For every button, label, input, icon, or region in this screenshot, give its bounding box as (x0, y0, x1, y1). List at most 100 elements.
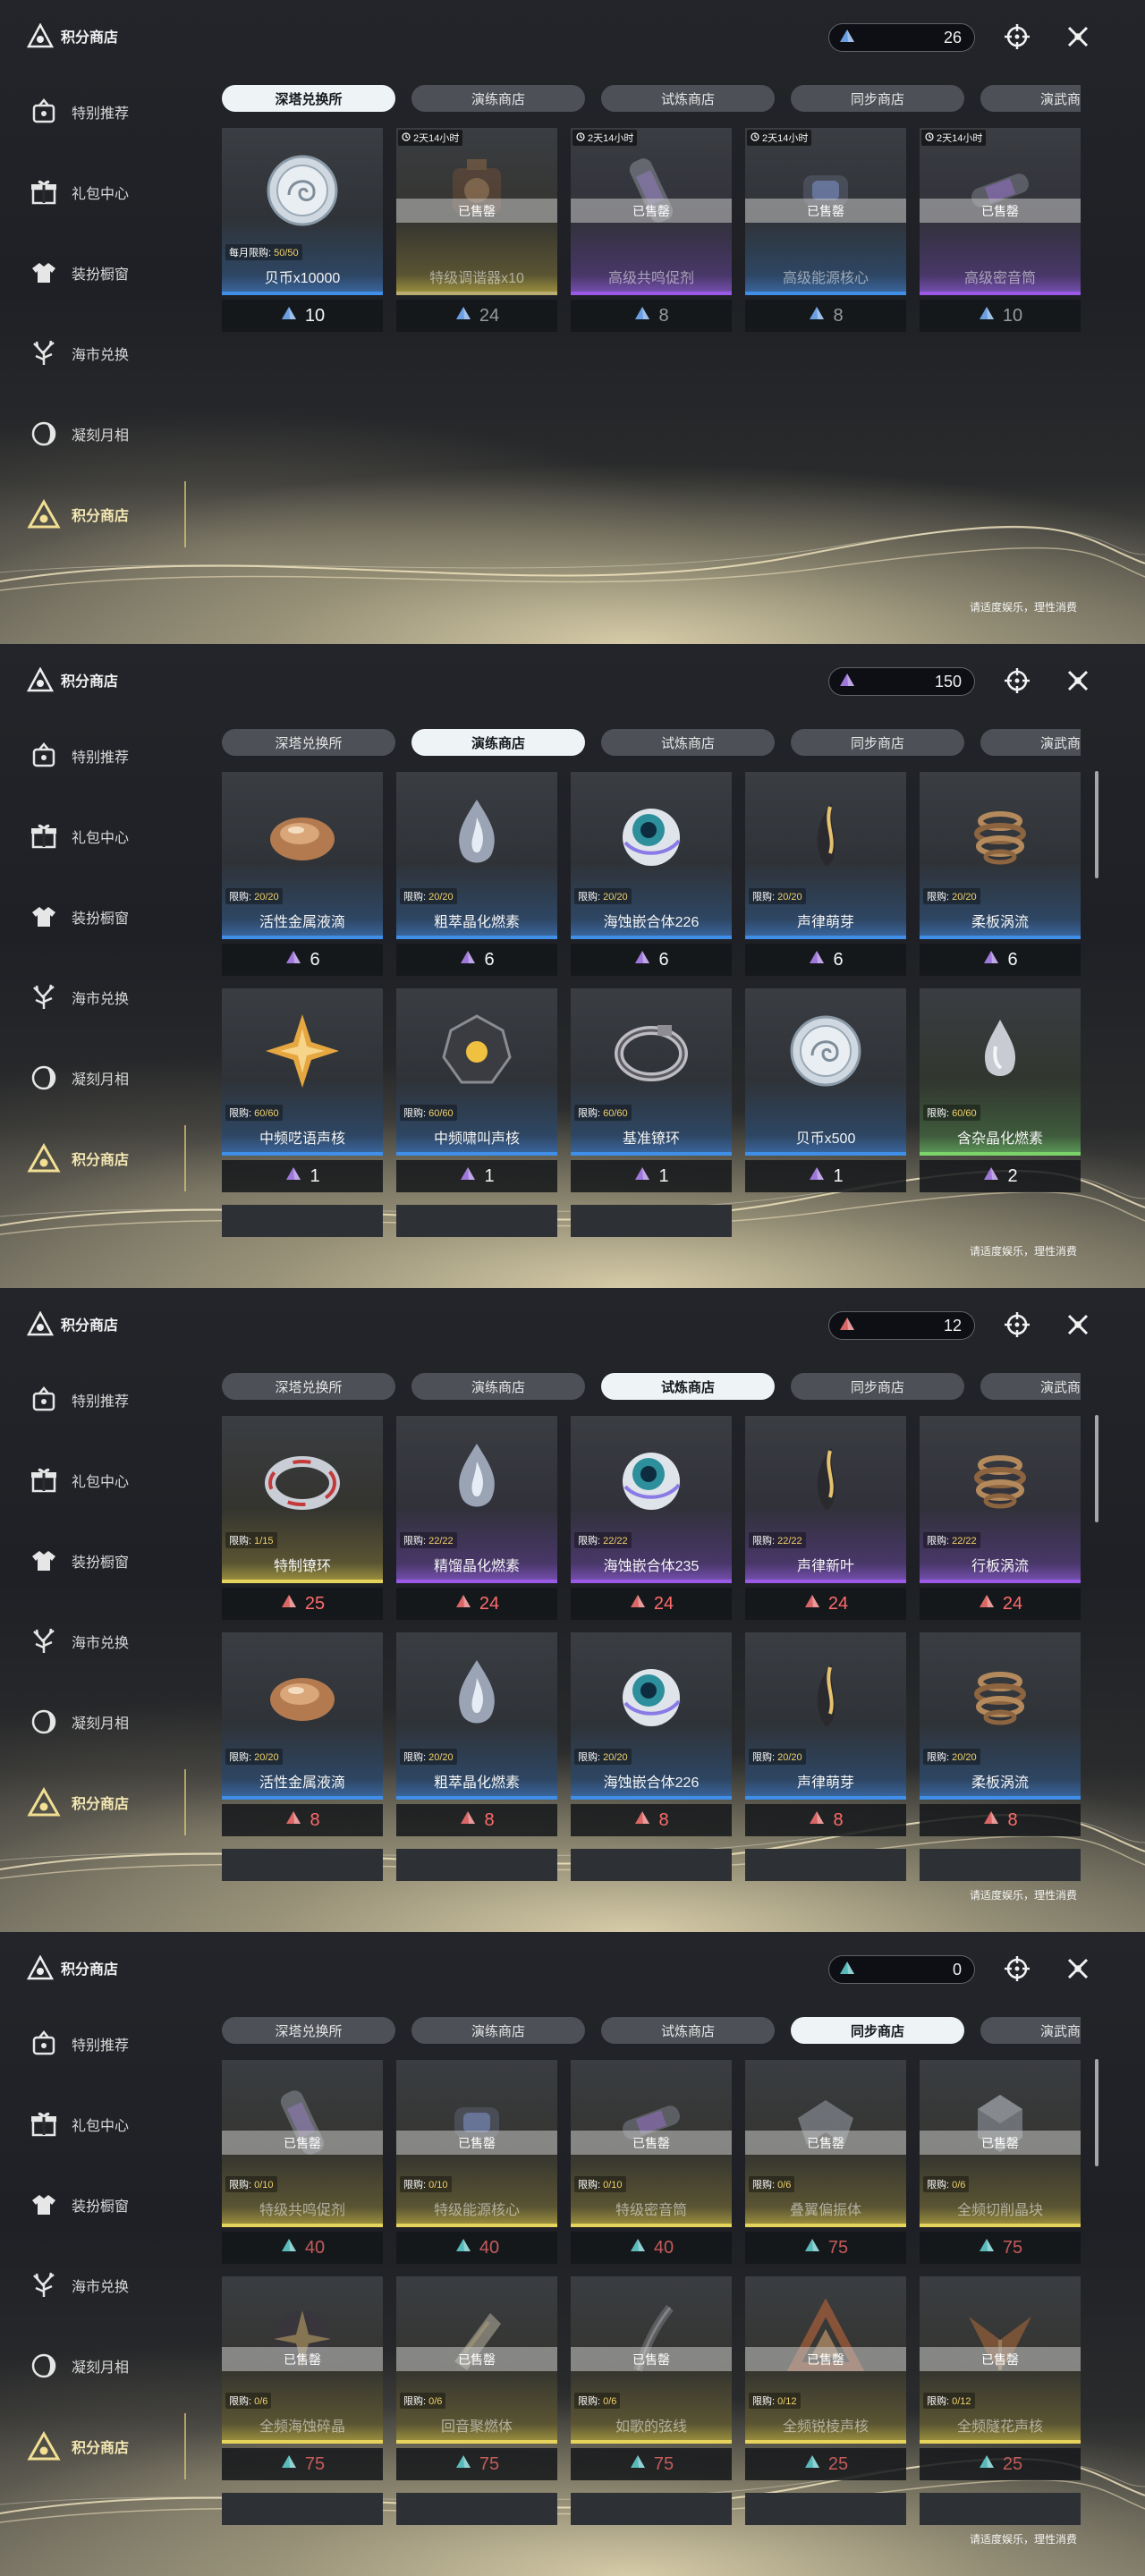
currency-display[interactable]: 0 (828, 1955, 975, 1984)
item-card-partial[interactable] (571, 1849, 732, 1899)
item-card[interactable]: 限购: 60/60 含杂晶化燃素 2 (920, 988, 1081, 1194)
sidebar-item-zhuangban[interactable]: 装扮橱窗 (25, 1521, 186, 1601)
sidebar-item-haishi[interactable]: 海市兑换 (25, 957, 186, 1038)
item-card[interactable]: 限购: 22/22 海蚀嵌合体235 24 (571, 1416, 732, 1622)
item-card[interactable]: 限购: 0/12 全频锐棱声核 已售罄 25 (745, 2276, 906, 2482)
price-button[interactable]: 40 (222, 2232, 383, 2264)
price-button[interactable]: 75 (571, 2448, 732, 2480)
close-button[interactable] (1063, 1309, 1093, 1340)
price-button[interactable]: 75 (222, 2448, 383, 2480)
scrollbar[interactable] (1095, 771, 1098, 1254)
item-card[interactable]: 限购: 0/6 如歌的弦线 已售罄 75 (571, 2276, 732, 2482)
tab-0[interactable]: 深塔兑换所 (222, 2017, 395, 2044)
scrollbar[interactable] (1095, 2059, 1098, 2542)
sidebar-item-jifen[interactable]: 积分商店 (25, 474, 186, 555)
sidebar-item-ningke[interactable]: 凝刻月相 (25, 2326, 186, 2406)
item-card[interactable]: 限购: 20/20 活性金属液滴 8 (222, 1632, 383, 1838)
price-button[interactable]: 10 (920, 300, 1081, 332)
tab-2[interactable]: 试炼商店 (601, 2017, 775, 2044)
tab-4[interactable]: 演武商店 (980, 85, 1081, 112)
price-button[interactable]: 10 (222, 300, 383, 332)
price-button[interactable]: 24 (396, 1588, 557, 1620)
target-button[interactable] (1002, 1953, 1032, 1984)
item-card[interactable]: 限购: 1/15 特制镣环 25 (222, 1416, 383, 1622)
item-card-partial[interactable] (222, 1849, 383, 1899)
item-card-partial[interactable] (222, 2493, 383, 2543)
sidebar-item-libao[interactable]: 礼包中心 (25, 796, 186, 877)
item-card-partial[interactable] (571, 1205, 732, 1255)
scrollbar-thumb[interactable] (1095, 771, 1098, 878)
price-button[interactable]: 24 (745, 1588, 906, 1620)
price-button[interactable]: 6 (222, 944, 383, 976)
tab-3[interactable]: 同步商店 (791, 729, 964, 756)
item-card-partial[interactable] (745, 2493, 906, 2543)
scrollbar-thumb[interactable] (1095, 2059, 1098, 2166)
item-card[interactable]: 限购: 0/10 特级能源核心 已售罄 40 (396, 2060, 557, 2266)
item-card[interactable]: 限购: 60/60 基准镣环 1 (571, 988, 732, 1194)
item-card[interactable]: 限购: 0/6 叠翼偏振体 已售罄 75 (745, 2060, 906, 2266)
item-card[interactable]: 限购: 60/60 中频啸叫声核 1 (396, 988, 557, 1194)
sidebar-item-ningke[interactable]: 凝刻月相 (25, 1682, 186, 1762)
price-button[interactable]: 75 (920, 2232, 1081, 2264)
price-button[interactable]: 8 (745, 300, 906, 332)
item-card[interactable]: 限购: 0/10 特级共鸣促剂 已售罄 40 (222, 2060, 383, 2266)
tab-4[interactable]: 演武商店 (980, 1373, 1081, 1400)
sidebar-item-libao[interactable]: 礼包中心 (25, 152, 186, 233)
price-button[interactable]: 75 (745, 2232, 906, 2264)
price-button[interactable]: 24 (571, 1588, 732, 1620)
sidebar-item-zhuangban[interactable]: 装扮橱窗 (25, 2165, 186, 2245)
price-button[interactable]: 1 (396, 1160, 557, 1192)
price-button[interactable]: 1 (745, 1160, 906, 1192)
price-button[interactable]: 8 (571, 1804, 732, 1836)
price-button[interactable]: 1 (571, 1160, 732, 1192)
tab-4[interactable]: 演武商店 (980, 729, 1081, 756)
sidebar-item-haishi[interactable]: 海市兑换 (25, 1601, 186, 1682)
item-card[interactable]: 2天14小时 高级密音筒 已售罄 10 (920, 128, 1081, 334)
price-button[interactable]: 8 (571, 300, 732, 332)
item-card[interactable]: 限购: 22/22 声律新叶 24 (745, 1416, 906, 1622)
item-card[interactable]: 限购: 0/6 回音聚燃体 已售罄 75 (396, 2276, 557, 2482)
item-card-partial[interactable] (396, 1849, 557, 1899)
item-card[interactable]: 限购: 20/20 声律萌芽 6 (745, 772, 906, 978)
price-button[interactable]: 8 (920, 1804, 1081, 1836)
price-button[interactable]: 25 (222, 1588, 383, 1620)
sidebar-item-tuijian[interactable]: 特别推荐 (25, 1360, 186, 1440)
item-card[interactable]: 2天14小时 特级调谐器x10 已售罄 24 (396, 128, 557, 334)
tab-3[interactable]: 同步商店 (791, 85, 964, 112)
price-button[interactable]: 25 (920, 2448, 1081, 2480)
tab-0[interactable]: 深塔兑换所 (222, 729, 395, 756)
tab-1[interactable]: 演练商店 (411, 1373, 585, 1400)
tab-4[interactable]: 演武商店 (980, 2017, 1081, 2044)
tab-1[interactable]: 演练商店 (411, 729, 585, 756)
sidebar-item-tuijian[interactable]: 特别推荐 (25, 72, 186, 152)
price-button[interactable]: 2 (920, 1160, 1081, 1192)
price-button[interactable]: 8 (222, 1804, 383, 1836)
scrollbar[interactable] (1095, 1415, 1098, 1898)
sidebar-item-haishi[interactable]: 海市兑换 (25, 2245, 186, 2326)
target-button[interactable] (1002, 1309, 1032, 1340)
scrollbar-thumb[interactable] (1095, 1415, 1098, 1522)
item-card[interactable]: 2天14小时 高级共鸣促剂 已售罄 8 (571, 128, 732, 334)
item-card[interactable]: 限购: 0/6 全频海蚀碎晶 已售罄 75 (222, 2276, 383, 2482)
sidebar-item-jifen[interactable]: 积分商店 (25, 1762, 186, 1843)
item-card[interactable]: 限购: 0/12 全频隧花声核 已售罄 25 (920, 2276, 1081, 2482)
item-card[interactable]: 限购: 20/20 海蚀嵌合体226 6 (571, 772, 732, 978)
price-button[interactable]: 25 (745, 2448, 906, 2480)
price-button[interactable]: 24 (396, 300, 557, 332)
item-card[interactable]: 限购: 0/10 特级密音筒 已售罄 40 (571, 2060, 732, 2266)
target-button[interactable] (1002, 21, 1032, 52)
sidebar-item-zhuangban[interactable]: 装扮橱窗 (25, 877, 186, 957)
item-card-partial[interactable] (222, 1205, 383, 1255)
sidebar-item-ningke[interactable]: 凝刻月相 (25, 1038, 186, 1118)
sidebar-item-ningke[interactable]: 凝刻月相 (25, 394, 186, 474)
price-button[interactable]: 40 (571, 2232, 732, 2264)
sidebar-item-libao[interactable]: 礼包中心 (25, 2084, 186, 2165)
item-card-partial[interactable] (396, 2493, 557, 2543)
sidebar-item-tuijian[interactable]: 特别推荐 (25, 716, 186, 796)
price-button[interactable]: 6 (396, 944, 557, 976)
price-button[interactable]: 6 (920, 944, 1081, 976)
tab-2[interactable]: 试炼商店 (601, 1373, 775, 1400)
currency-display[interactable]: 26 (828, 23, 975, 52)
item-card[interactable]: 贝币x500 1 (745, 988, 906, 1194)
item-card[interactable]: 限购: 20/20 粗萃晶化燃素 8 (396, 1632, 557, 1838)
